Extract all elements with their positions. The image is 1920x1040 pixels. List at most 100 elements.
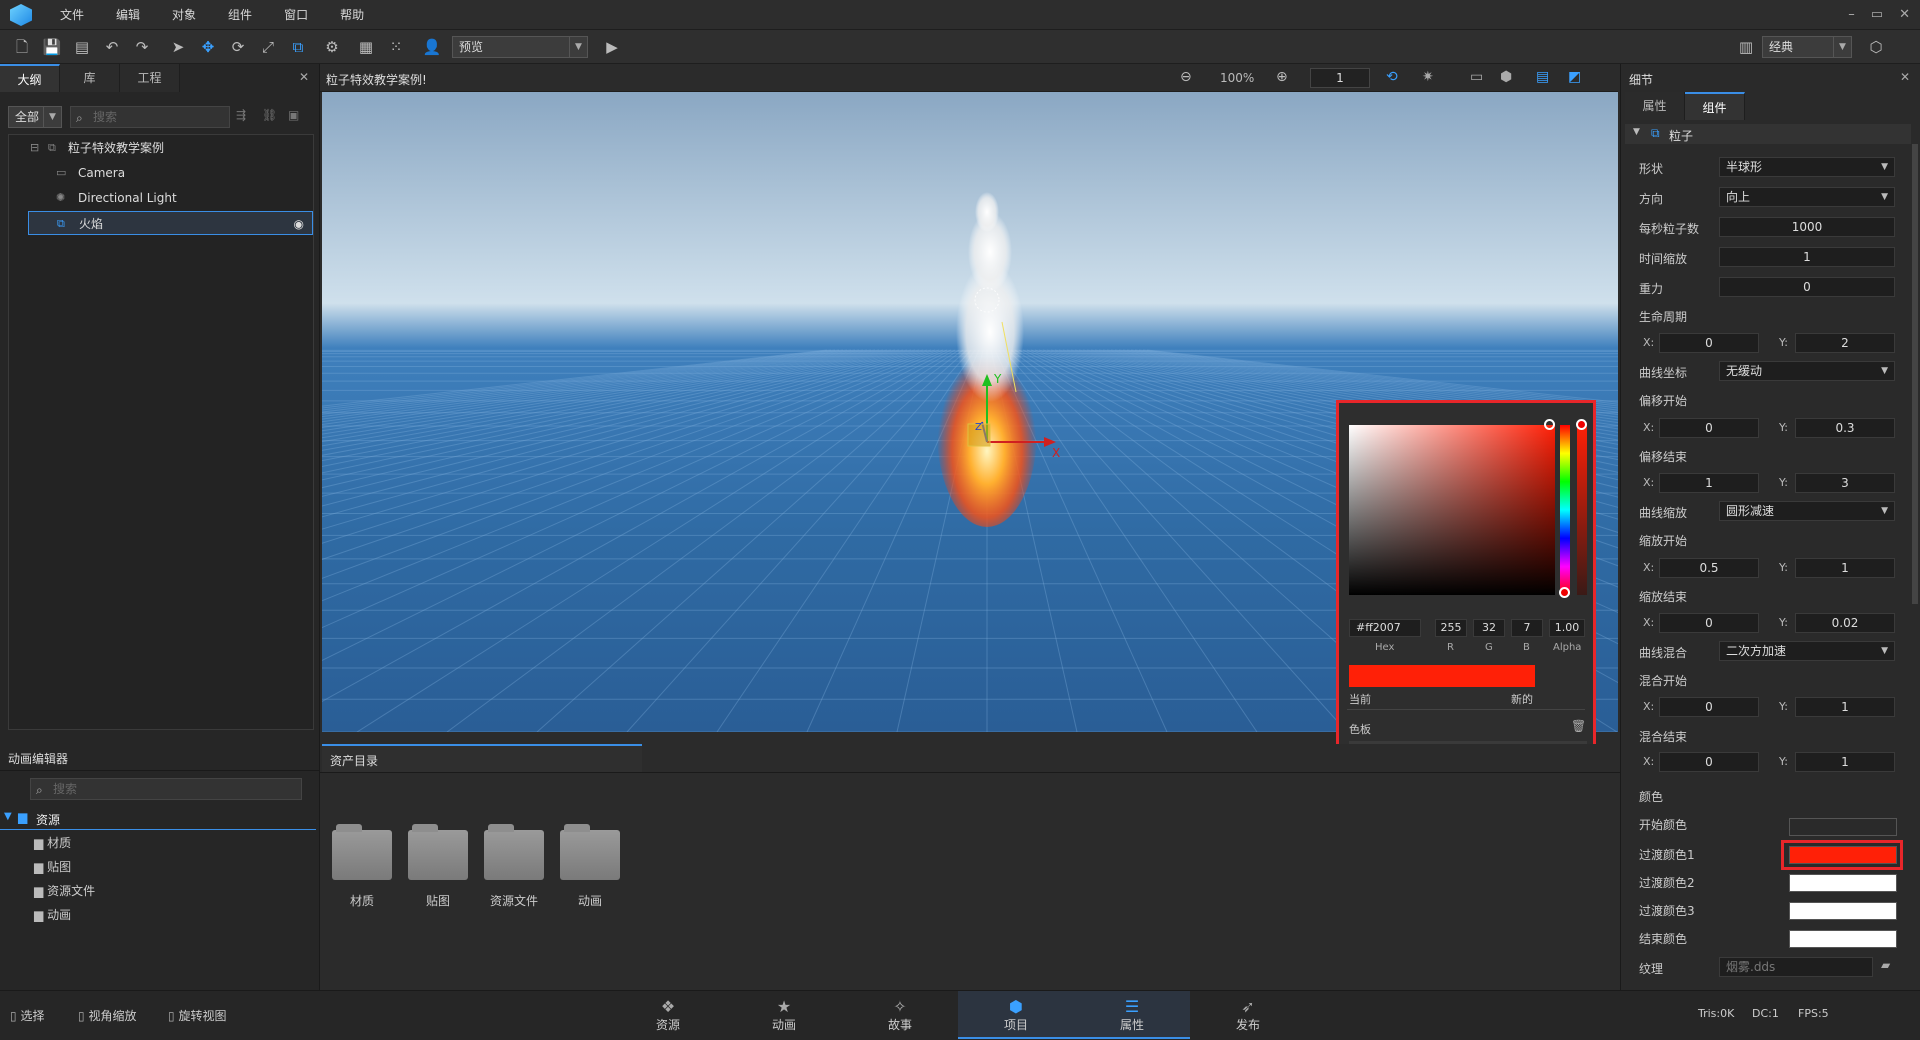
dots-grid-icon[interactable]: ⁙ <box>384 35 408 59</box>
folder-resource-files[interactable]: 资源文件 <box>482 824 546 909</box>
visibility-icon[interactable]: ◉ <box>294 212 304 236</box>
offset-start-y-input[interactable]: 0.3 <box>1795 418 1895 438</box>
life-x-input[interactable]: 0 <box>1659 333 1759 353</box>
transition-color2-swatch[interactable] <box>1789 874 1897 892</box>
blend-end-x-input[interactable]: 0 <box>1659 752 1759 772</box>
folder-animations[interactable]: 动画 <box>558 824 622 909</box>
scale-tool-icon[interactable]: ⤢ <box>256 35 280 59</box>
tree-item-camera[interactable]: ▭ Camera <box>28 161 313 185</box>
redo-icon[interactable]: ↷ <box>130 35 154 59</box>
tab-outline[interactable]: 大纲 <box>0 64 60 92</box>
saturation-value-area[interactable] <box>1349 425 1555 595</box>
tree-item-textures[interactable]: ▆ 贴图 <box>34 858 71 875</box>
transform-space-icon[interactable]: ⟲ <box>1386 69 1398 85</box>
close-panel-icon[interactable]: ✕ <box>1900 70 1910 84</box>
rate-input[interactable]: 1000 <box>1719 217 1895 237</box>
folder-textures[interactable]: 贴图 <box>406 824 470 909</box>
save-all-icon[interactable]: ▤ <box>70 35 94 59</box>
offset-start-x-input[interactable]: 0 <box>1659 418 1759 438</box>
menu-object[interactable]: 对象 <box>156 0 212 30</box>
tree-item-animations[interactable]: ▆ 动画 <box>34 906 71 923</box>
tree-item-resource-files[interactable]: ▆ 资源文件 <box>34 882 95 899</box>
undo-icon[interactable]: ↶ <box>100 35 124 59</box>
mode-zoom[interactable]: ▯ 视角缩放 <box>78 1007 136 1024</box>
menu-component[interactable]: 组件 <box>212 0 268 30</box>
maximize-button[interactable]: ▭ <box>1871 0 1883 30</box>
preview-combo[interactable]: 预览 ▼ <box>452 36 588 58</box>
texture-input[interactable]: 烟雾.dds <box>1719 957 1873 977</box>
perspective-icon[interactable]: ▤ <box>1536 69 1549 85</box>
transition-color3-swatch[interactable] <box>1789 902 1897 920</box>
hue-handle[interactable] <box>1559 587 1570 598</box>
grid-icon[interactable]: ▦ <box>354 35 378 59</box>
save-icon[interactable]: 💾 <box>40 35 64 59</box>
mode-select[interactable]: ▯ 选择 <box>10 1007 44 1024</box>
filter-icon[interactable]: ▣ <box>288 108 299 122</box>
shape-select[interactable]: 半球形 ▼ <box>1719 157 1895 177</box>
hex-input[interactable]: #ff2007 <box>1349 619 1421 637</box>
trash-icon[interactable]: 🗑 <box>1571 719 1586 733</box>
section-header[interactable]: ▼ ⧉ 粒子 <box>1625 124 1911 144</box>
timescale-input[interactable]: 1 <box>1719 247 1895 267</box>
sv-handle[interactable] <box>1544 419 1555 430</box>
close-button[interactable]: ✕ <box>1899 0 1910 30</box>
gravity-input[interactable]: 0 <box>1719 277 1895 297</box>
alpha-input[interactable]: 1.00 <box>1549 619 1585 637</box>
blue-input[interactable]: 7 <box>1511 619 1543 637</box>
new-file-icon[interactable]: 🗋 <box>10 35 34 59</box>
menu-file[interactable]: 文件 <box>44 0 100 30</box>
alpha-slider[interactable] <box>1577 425 1587 595</box>
tab-library[interactable]: 库 <box>60 64 120 92</box>
asset-search-input[interactable]: ⌕ 搜索 <box>30 778 302 800</box>
tree-item-fire[interactable]: ⧉ 火焰 ◉ <box>28 211 313 235</box>
rotate-tool-icon[interactable]: ⟳ <box>226 35 250 59</box>
blend-start-x-input[interactable]: 0 <box>1659 697 1759 717</box>
offset-end-y-input[interactable]: 3 <box>1795 473 1895 493</box>
curve-blend-select[interactable]: 二次方加速 ▼ <box>1719 641 1895 661</box>
tree-item-assets[interactable]: ▼ ▆ 资源 <box>0 808 316 830</box>
snap-icon[interactable]: ⚙ <box>320 35 344 59</box>
tab-properties[interactable]: 属性 <box>1625 92 1685 120</box>
settings-hex-icon[interactable]: ⬡ <box>1864 35 1888 59</box>
layout-icon[interactable]: ▥ <box>1734 35 1758 59</box>
red-input[interactable]: 255 <box>1435 619 1467 637</box>
tab-publish[interactable]: ➶ 发布 <box>1190 991 1306 1039</box>
tab-project[interactable]: ⬢ 项目 <box>958 991 1074 1039</box>
scale-end-y-input[interactable]: 0.02 <box>1795 613 1895 633</box>
filter-combo[interactable]: 全部 ▼ <box>8 106 62 128</box>
menu-edit[interactable]: 编辑 <box>100 0 156 30</box>
camera-view-icon[interactable]: ▭ <box>1470 69 1483 85</box>
scale-end-x-input[interactable]: 0 <box>1659 613 1759 633</box>
mode-rotate[interactable]: ▯ 旋转视图 <box>168 1007 226 1024</box>
zoom-in-icon[interactable]: ⊕ <box>1276 69 1288 85</box>
folder-browse-icon[interactable]: ▰ <box>1881 958 1890 972</box>
green-input[interactable]: 32 <box>1473 619 1505 637</box>
menu-help[interactable]: 帮助 <box>324 0 380 30</box>
tab-story[interactable]: ✧ 故事 <box>842 991 958 1039</box>
tab-components[interactable]: 组件 <box>1685 92 1745 120</box>
alpha-handle[interactable] <box>1576 419 1587 430</box>
zoom-out-icon[interactable]: ⊖ <box>1180 69 1192 85</box>
life-y-input[interactable]: 2 <box>1795 333 1895 353</box>
scale-start-y-input[interactable]: 1 <box>1795 558 1895 578</box>
gear-icon[interactable]: ✷ <box>1422 69 1434 85</box>
user-icon[interactable]: 👤 <box>420 35 444 59</box>
link-icon[interactable]: ⛓ <box>262 108 277 122</box>
tree-item-materials[interactable]: ▆ 材质 <box>34 834 71 851</box>
hierarchy-icon[interactable]: ⇶ <box>236 108 246 122</box>
layout-combo[interactable]: 经典 ▼ <box>1762 36 1852 58</box>
offset-end-x-input[interactable]: 1 <box>1659 473 1759 493</box>
start-color-swatch[interactable] <box>1789 818 1897 836</box>
end-color-swatch[interactable] <box>1789 930 1897 948</box>
tab-animation[interactable]: ★ 动画 <box>726 991 842 1039</box>
frame-input[interactable]: 1 <box>1310 68 1370 88</box>
collapse-icon[interactable]: ⊟ <box>30 136 39 160</box>
move-tool-icon[interactable]: ✥ <box>196 35 220 59</box>
tree-item-light[interactable]: ✺ Directional Light <box>28 186 313 210</box>
blend-end-y-input[interactable]: 1 <box>1795 752 1895 772</box>
folder-materials[interactable]: 材质 <box>330 824 394 909</box>
outline-search-input[interactable]: ⌕ 搜索 <box>70 106 230 128</box>
hue-slider[interactable] <box>1560 425 1570 595</box>
transform-tool-icon[interactable]: ⧉ <box>286 35 310 59</box>
curve-scale-select[interactable]: 圆形减速 ▼ <box>1719 501 1895 521</box>
